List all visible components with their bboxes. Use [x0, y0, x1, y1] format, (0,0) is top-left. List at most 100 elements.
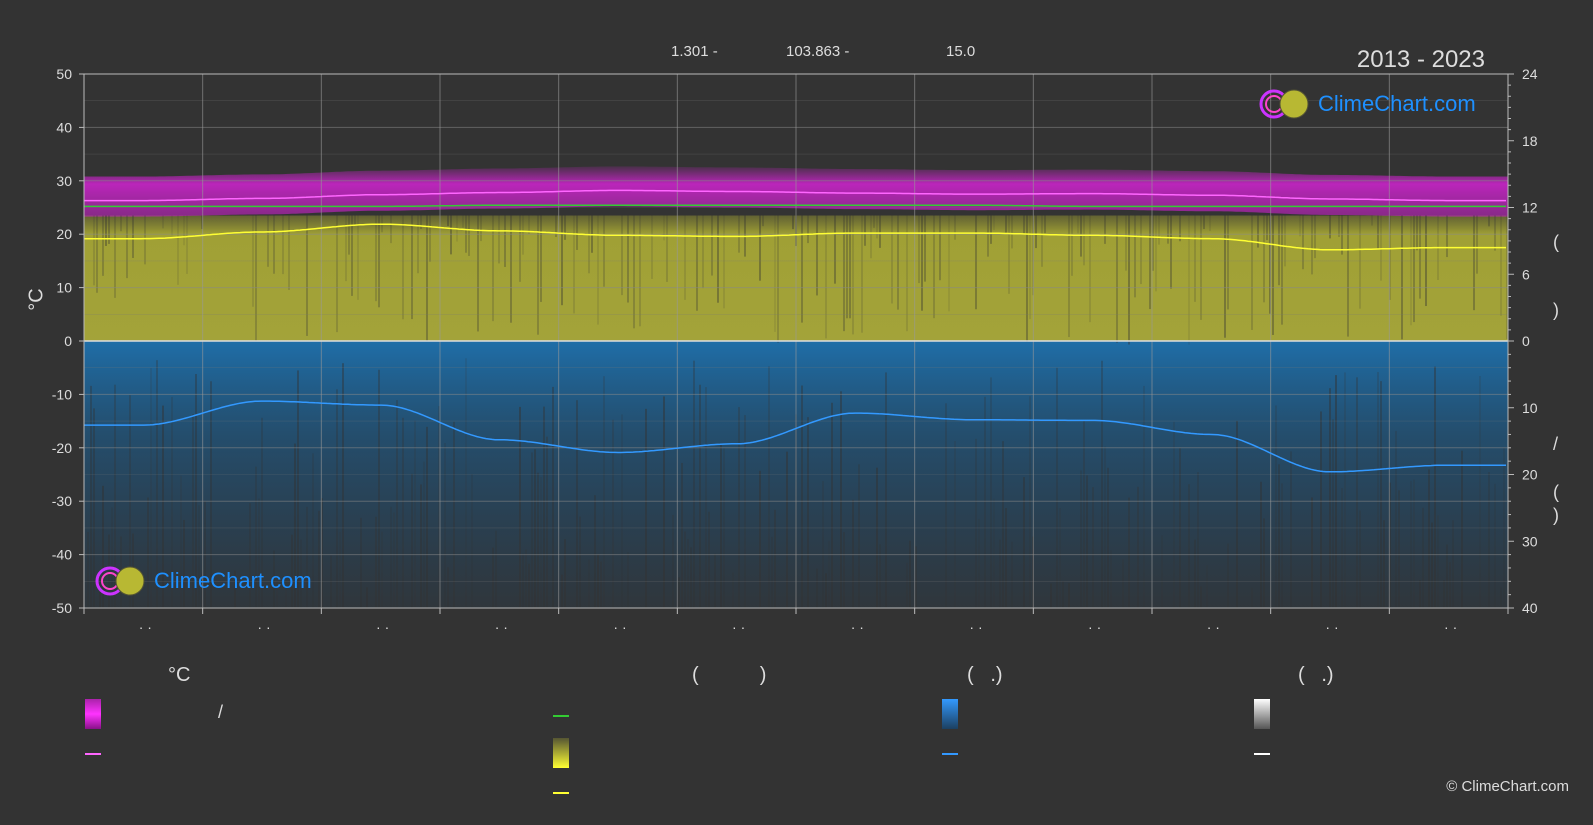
precip-streak: [1143, 385, 1145, 608]
precip-streak: [414, 420, 416, 608]
precip-streak: [678, 577, 680, 608]
precip-streak: [381, 531, 383, 608]
precip-streak: [426, 426, 428, 608]
sunshine-streak: [1488, 215, 1490, 227]
logo-text: ClimeChart.com: [1318, 91, 1476, 116]
precip-streak: [600, 561, 602, 608]
sunshine-streak: [1500, 215, 1502, 316]
precip-streak: [396, 400, 398, 608]
sunshine-streak: [351, 215, 353, 296]
sunshine-streak: [177, 215, 179, 285]
sunshine-streak: [1314, 215, 1316, 259]
legend-temperature-head: °C: [168, 664, 191, 686]
sunshine-streak: [1170, 215, 1172, 289]
precip-streak: [786, 451, 788, 608]
sunshine-streak: [1044, 215, 1046, 234]
sunshine-streak: [1149, 215, 1151, 310]
precip-streak: [906, 562, 908, 608]
precip-streak: [330, 555, 332, 608]
precip-streak: [1434, 366, 1436, 608]
left-tick-label: 0: [64, 333, 72, 349]
sunshine-streak: [1104, 215, 1106, 244]
precip-streak: [1137, 486, 1139, 608]
sunshine-streak: [870, 215, 872, 259]
x-tick-label: · ·: [1325, 619, 1338, 635]
longitude-text: 103.863 -: [786, 43, 850, 60]
precip-streak: [831, 402, 833, 608]
sunshine-streak: [846, 215, 848, 319]
x-tick-label: · ·: [969, 619, 982, 635]
sunshine-streak: [876, 215, 878, 239]
sunshine-streak: [1446, 215, 1448, 258]
precip-streak: [366, 587, 368, 608]
precip-streak: [1194, 539, 1196, 608]
precip-streak: [1161, 535, 1163, 608]
precip-streak: [1092, 487, 1094, 608]
precip-streak: [564, 539, 566, 608]
precip-streak: [336, 389, 338, 608]
precip-streak: [1488, 472, 1490, 608]
sunshine-streak: [564, 215, 566, 240]
left-tick-label: 50: [56, 66, 72, 82]
precip-streak: [993, 498, 995, 608]
precip-streak: [1056, 367, 1058, 608]
precip-streak: [1437, 515, 1439, 608]
precip-streak: [1341, 488, 1343, 608]
sunshine-streak: [132, 215, 134, 258]
precip-streak: [1419, 580, 1421, 608]
sunshine-streak: [1209, 215, 1211, 232]
precip-streak: [909, 540, 911, 608]
sunshine-streak: [498, 215, 500, 264]
sunshine-streak: [306, 215, 308, 336]
precip-streak: [1359, 510, 1361, 608]
precip-streak: [1335, 375, 1337, 608]
precip-streak: [1011, 541, 1013, 608]
right-axis-char: (: [1553, 482, 1559, 502]
precip-streak: [885, 372, 887, 608]
legend-snow-mean-swatch: [1254, 753, 1270, 755]
precip-streak: [1128, 497, 1130, 608]
precip-streak: [495, 530, 497, 608]
precip-streak: [423, 461, 425, 608]
sunshine-streak: [1266, 215, 1268, 241]
sunshine-streak: [480, 215, 482, 242]
precip-streak: [705, 387, 707, 608]
sunshine-streak: [1134, 215, 1136, 298]
sunshine-streak: [627, 215, 629, 303]
sunshine-streak: [1200, 215, 1202, 320]
logo-icon: [95, 566, 145, 596]
precip-streak: [402, 417, 404, 608]
precip-streak: [663, 396, 665, 608]
sunshine-streak: [588, 215, 590, 274]
left-tick-label: -30: [52, 493, 72, 509]
left-tick-label: -50: [52, 600, 72, 616]
precip-streak: [552, 386, 554, 608]
right-bottom-tick-label: 30: [1522, 533, 1538, 549]
precip-streak: [879, 544, 881, 608]
precip-streak: [87, 531, 89, 608]
x-tick-label: · ·: [376, 619, 389, 635]
legend-temp-mean-swatch: [85, 753, 101, 755]
sunshine-streak: [183, 215, 185, 246]
sunshine-streak: [1419, 215, 1421, 299]
precip-streak: [339, 531, 341, 608]
sunshine-streak: [834, 215, 836, 284]
precip-streak: [816, 568, 818, 608]
precip-streak: [537, 472, 539, 608]
precip-streak: [1500, 587, 1502, 608]
precip-streak: [1452, 520, 1454, 608]
precip-streak: [90, 385, 92, 608]
sunshine-streak: [93, 215, 95, 286]
precip-streak: [1101, 360, 1103, 608]
sunshine-streak: [450, 215, 452, 255]
precip-streak: [681, 462, 683, 608]
sunshine-streak: [348, 215, 350, 255]
precip-streak: [732, 572, 734, 608]
precip-streak: [342, 363, 344, 608]
precip-streak: [774, 509, 776, 608]
precip-streak: [1443, 580, 1445, 608]
sunshine-streak: [102, 215, 104, 276]
precip-streak: [528, 563, 530, 608]
sunshine-streak: [864, 215, 866, 246]
sunshine-streak: [402, 215, 404, 320]
